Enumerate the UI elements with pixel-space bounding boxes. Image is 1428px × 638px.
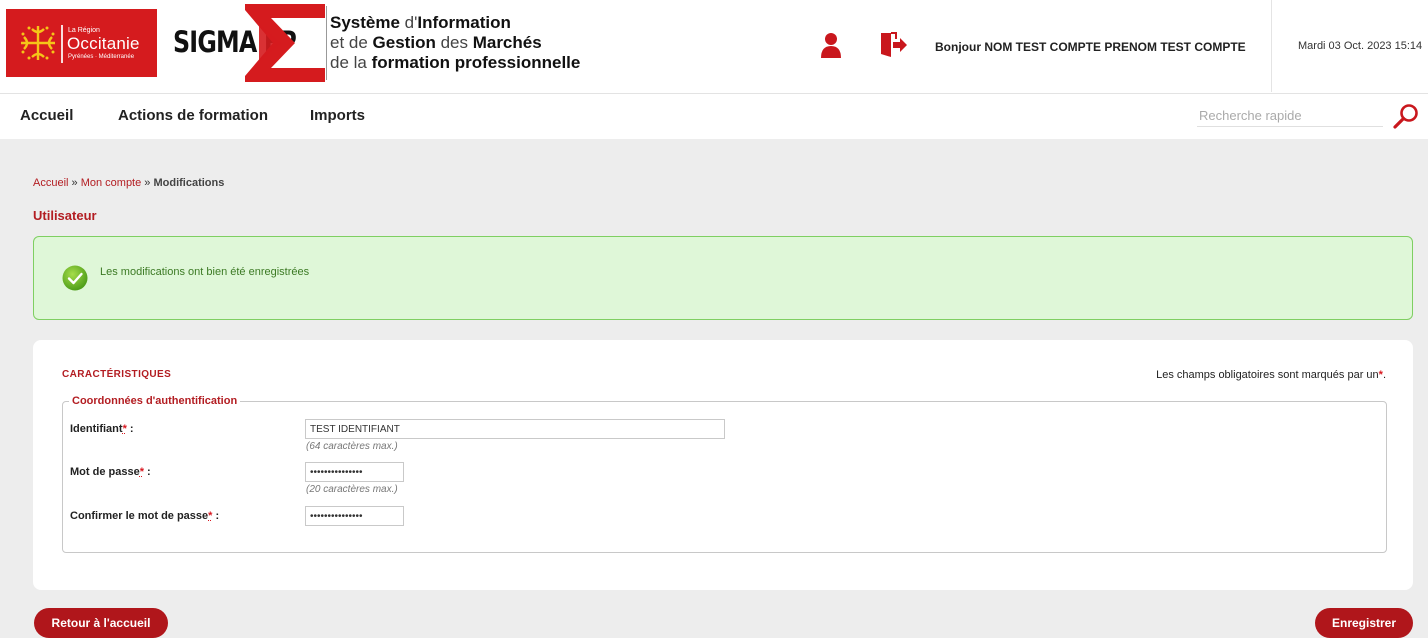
system-title-segment: de la bbox=[330, 53, 372, 72]
sigma-logo-icon bbox=[245, 4, 325, 82]
system-title-line3: de la formation professionnelle bbox=[330, 53, 580, 73]
confirm-password-label-text: Confirmer le mot de passe bbox=[70, 510, 209, 522]
region-occitanie-logo[interactable]: La Région Occitanie Pyrénées · Méditerra… bbox=[6, 9, 157, 77]
header: La Région Occitanie Pyrénées · Méditerra… bbox=[0, 0, 1428, 94]
breadcrumb-account-link[interactable]: Mon compte bbox=[81, 177, 142, 189]
page-title: Utilisateur bbox=[33, 208, 97, 223]
occitan-cross-icon bbox=[21, 26, 55, 60]
logout-icon[interactable] bbox=[880, 32, 908, 58]
breadcrumb-separator: » bbox=[141, 177, 154, 189]
label-suffix: : bbox=[126, 423, 134, 435]
password-hint: (20 caractères max.) bbox=[306, 484, 398, 495]
nav-item-accueil[interactable]: Accueil bbox=[20, 107, 73, 124]
logo-divider bbox=[61, 25, 63, 63]
password-label-text: Mot de passe bbox=[70, 466, 140, 478]
nav-item-imports[interactable]: Imports bbox=[310, 107, 365, 124]
region-logo-small: La Région bbox=[68, 27, 100, 34]
region-logo-name: Occitanie bbox=[67, 34, 140, 53]
success-message: Les modifications ont bien été enregistr… bbox=[100, 266, 310, 278]
required-fields-note: Les champs obligatoires sont marqués par… bbox=[1156, 369, 1386, 381]
system-title-segment: des bbox=[435, 33, 473, 52]
form-panel: CARACTÉRISTIQUES Les champs obligatoires… bbox=[33, 340, 1413, 590]
quick-search-input[interactable] bbox=[1197, 104, 1383, 127]
system-title-segment: Système bbox=[330, 13, 400, 32]
identifiant-hint: (64 caractères max.) bbox=[306, 441, 398, 452]
save-button[interactable]: Enregistrer bbox=[1315, 608, 1413, 638]
confirm-password-label: Confirmer le mot de passe* : bbox=[70, 510, 219, 522]
system-title-segment: formation professionnelle bbox=[371, 53, 581, 72]
breadcrumb-current: Modifications bbox=[153, 177, 225, 189]
user-account-icon[interactable] bbox=[820, 32, 842, 58]
header-separator bbox=[1271, 0, 1272, 92]
password-label: Mot de passe* : bbox=[70, 466, 151, 478]
search-icon[interactable] bbox=[1392, 102, 1420, 130]
identifiant-label-text: Identifiant bbox=[70, 423, 123, 435]
current-date: Mardi 03 Oct. 2023 15:14 bbox=[1298, 40, 1423, 52]
breadcrumb-separator: » bbox=[68, 177, 81, 189]
system-title-segment: Marchés bbox=[472, 33, 542, 52]
system-title-line2: et de Gestion des Marchés bbox=[330, 33, 580, 53]
label-suffix: : bbox=[143, 466, 151, 478]
label-suffix: : bbox=[212, 510, 220, 522]
password-input[interactable] bbox=[305, 462, 404, 482]
system-title-segment: Gestion bbox=[372, 33, 436, 52]
required-note-text: Les champs obligatoires sont marqués par… bbox=[1156, 369, 1379, 381]
identifiant-label: Identifiant* : bbox=[70, 423, 134, 435]
system-title-segment: d' bbox=[399, 13, 418, 32]
fieldset-legend: Coordonnées d'authentification bbox=[69, 395, 241, 407]
system-title-segment: Information bbox=[417, 13, 511, 32]
system-title-segment: et de bbox=[330, 33, 373, 52]
success-check-icon bbox=[62, 265, 88, 291]
nav-item-actions-de-formation[interactable]: Actions de formation bbox=[118, 107, 268, 124]
breadcrumb: Accueil » Mon compte » Modifications bbox=[33, 177, 224, 189]
identifiant-input[interactable] bbox=[305, 419, 725, 439]
back-home-button[interactable]: Retour à l'accueil bbox=[34, 608, 168, 638]
title-divider bbox=[326, 6, 327, 80]
section-title: CARACTÉRISTIQUES bbox=[62, 369, 172, 380]
breadcrumb-home-link[interactable]: Accueil bbox=[33, 177, 68, 189]
region-logo-sub: Pyrénées · Méditerranée bbox=[68, 54, 135, 60]
system-title: Système d'Information et de Gestion des … bbox=[330, 13, 580, 73]
confirm-password-input[interactable] bbox=[305, 506, 404, 526]
success-alert: Les modifications ont bien été enregistr… bbox=[33, 236, 1413, 320]
user-greeting: Bonjour NOM TEST COMPTE PRENOM TEST COMP… bbox=[935, 40, 1246, 54]
system-title-line1: Système d'Information bbox=[330, 13, 580, 33]
auth-fieldset: Coordonnées d'authentification Identifia… bbox=[62, 395, 1387, 553]
required-star: * bbox=[1378, 369, 1383, 381]
